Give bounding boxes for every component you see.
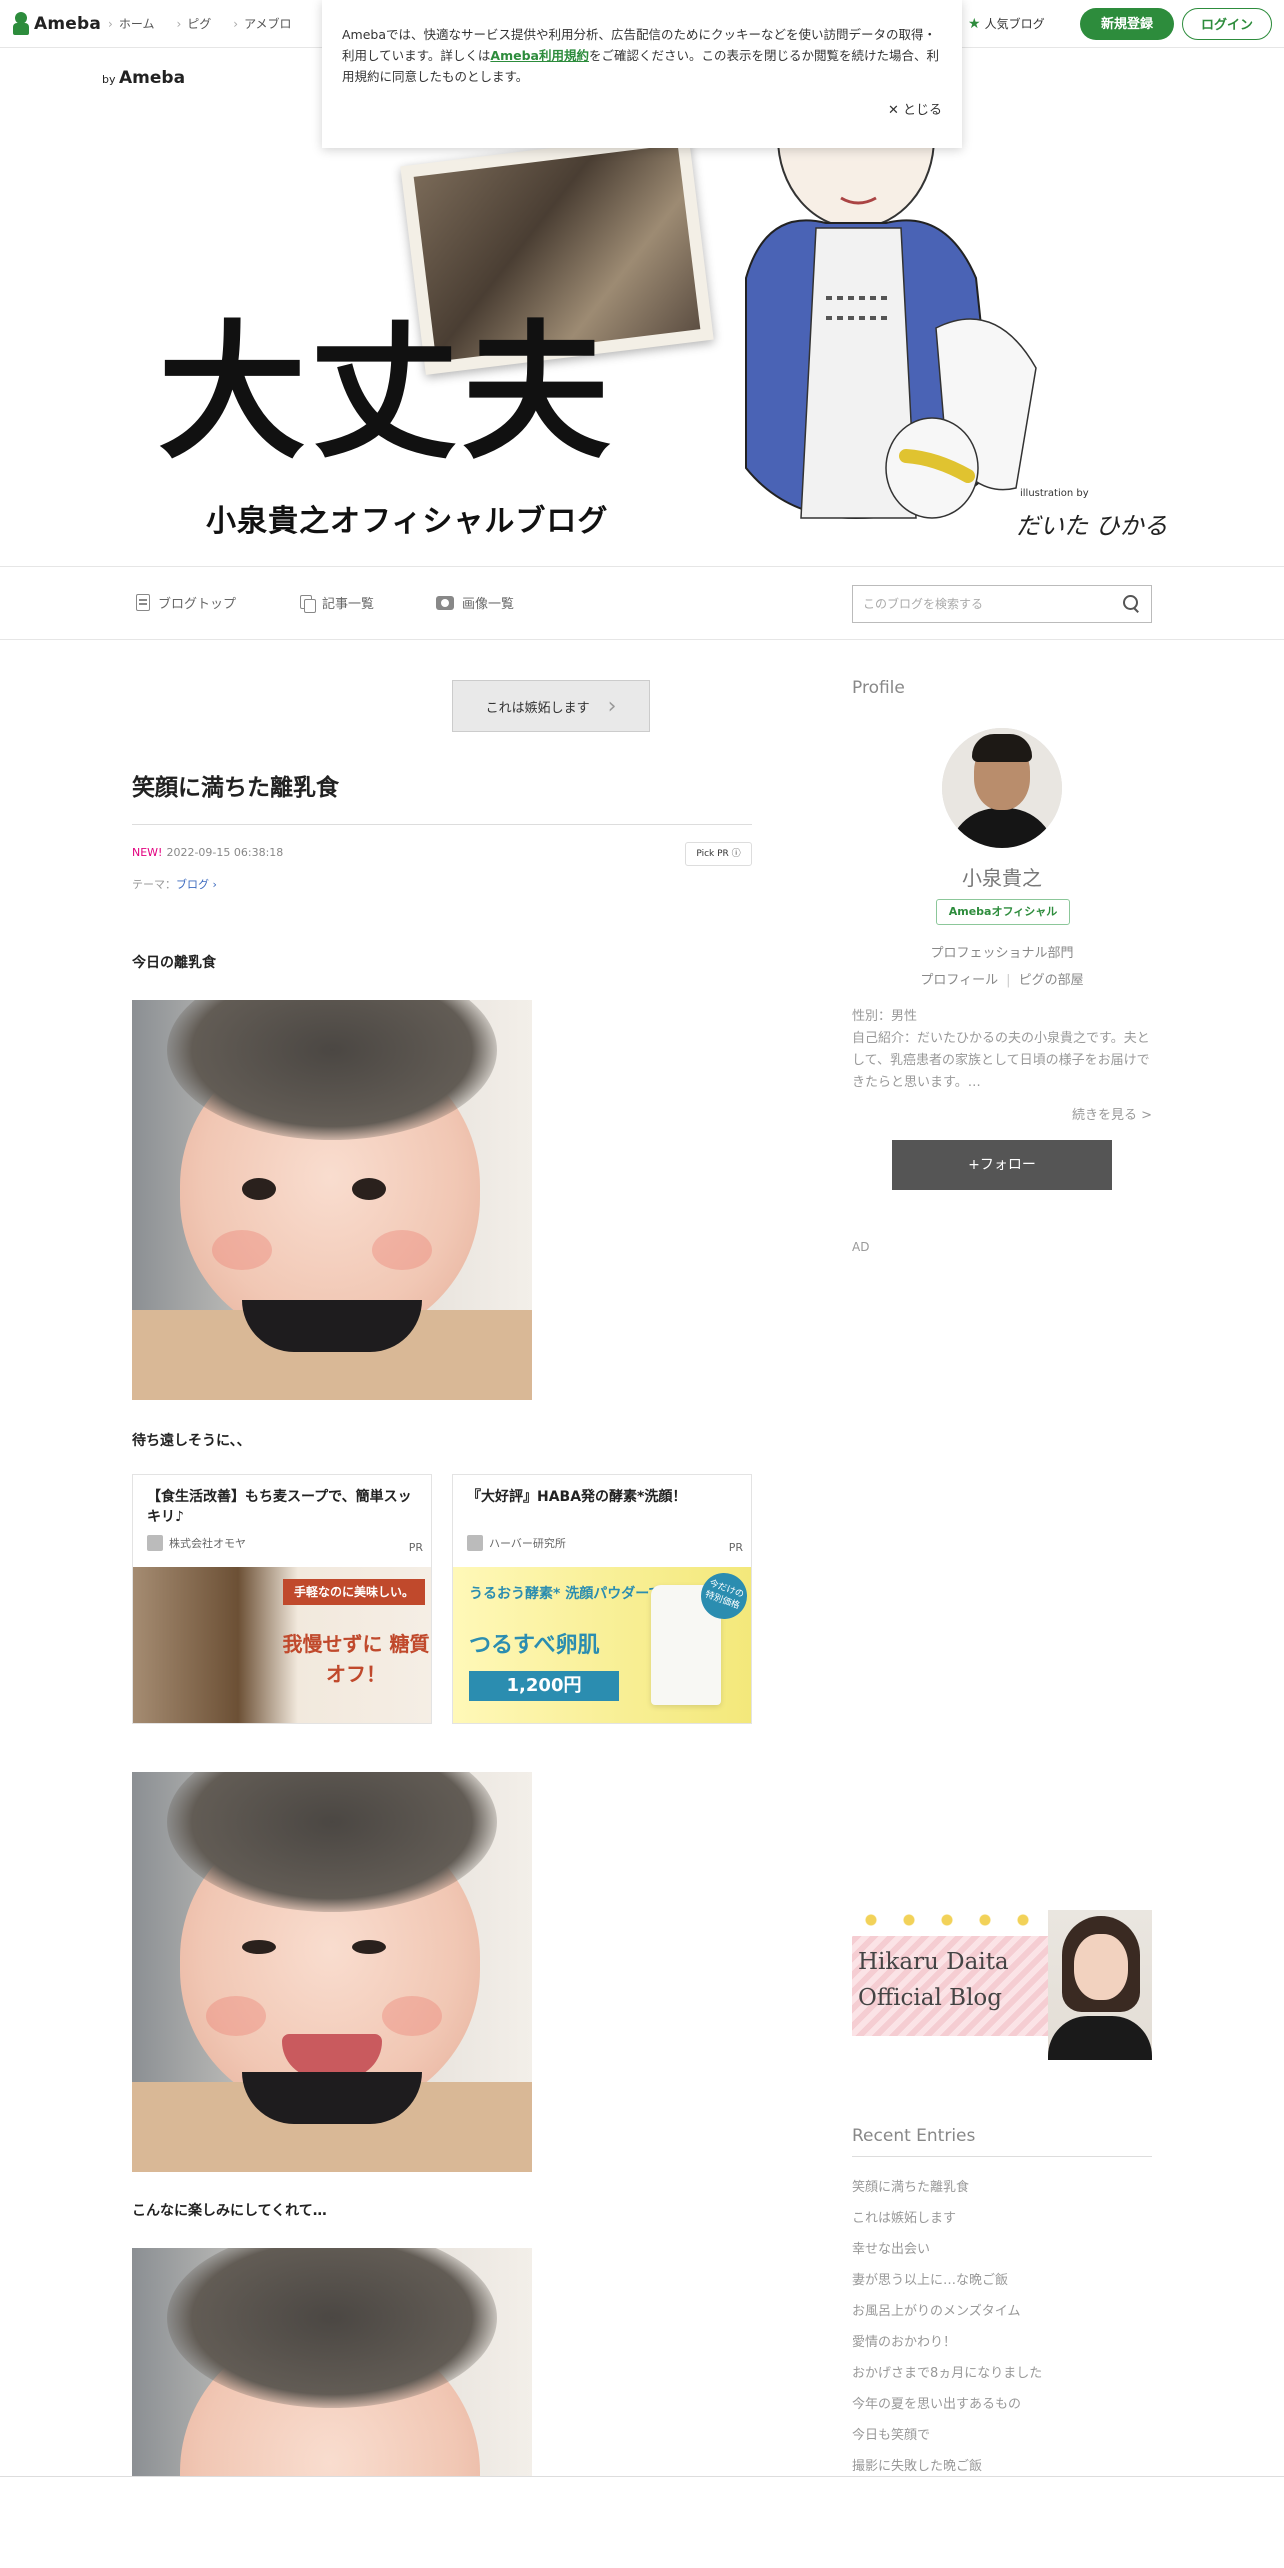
recent-entry[interactable]: 幸せな出会い bbox=[852, 2234, 1152, 2265]
recent-entries-heading: Recent Entries bbox=[852, 2126, 1152, 2157]
recent-entry[interactable]: お風呂上がりのメンズタイム bbox=[852, 2296, 1152, 2327]
search-icon[interactable] bbox=[1123, 595, 1141, 613]
read-more-link[interactable]: 続きを見る > bbox=[1072, 1104, 1152, 1123]
blog-search-input[interactable] bbox=[853, 586, 1103, 622]
paragraph-1: 今日の離乳食 bbox=[132, 955, 216, 971]
previous-entry-button[interactable]: これは嫉妬します › bbox=[452, 680, 650, 732]
nav-home[interactable]: ホーム bbox=[108, 15, 155, 32]
cookie-notice: Amebaでは、快適なサービス提供や利用分析、広告配信のためにクッキーなどを使い… bbox=[322, 0, 962, 148]
profile-link[interactable]: プロフィール bbox=[920, 973, 998, 988]
register-button[interactable]: 新規登録 bbox=[1080, 8, 1174, 40]
by-ameba-label: by Ameba bbox=[102, 68, 186, 88]
recent-entry[interactable]: 今日も笑顔で bbox=[852, 2420, 1152, 2451]
sponsor-logo-icon bbox=[147, 1535, 163, 1551]
ad-image: 手軽なのに美味しい。 我慢せずに 糖質オフ！ bbox=[133, 1567, 431, 1723]
profile-links: プロフィール | ピグの部屋 bbox=[920, 973, 1084, 988]
profile-heading: Profile bbox=[852, 678, 905, 698]
popular-blogs-label: 人気ブログ bbox=[984, 17, 1045, 31]
banner-text: Hikaru Daita Official Blog bbox=[858, 1949, 1009, 2011]
login-button[interactable]: ログイン bbox=[1182, 8, 1272, 40]
paragraph-3: こんなに楽しみにしてくれて… bbox=[132, 2203, 327, 2219]
ad-image: うるおう酵素* 洗顔パウダーで つるすべ卵肌 1,200円 今だけの 特別価格 bbox=[453, 1566, 751, 1723]
recent-entry[interactable]: おかげさまで8ヵ月になりました bbox=[852, 2358, 1152, 2389]
ad-title: 『大好評』HABA発の酵素*洗顔！ bbox=[467, 1489, 687, 1505]
official-badge: Amebaオフィシャル bbox=[936, 899, 1070, 925]
article-title[interactable]: 笑顔に満ちた離乳食 bbox=[132, 768, 752, 825]
popular-blogs-link[interactable]: ★ 人気ブログ bbox=[968, 15, 1045, 32]
ameba-logo-text: Ameba bbox=[34, 14, 102, 34]
global-nav: ホーム ピグ アメブロ bbox=[108, 15, 292, 32]
nav-ameblo[interactable]: アメブロ bbox=[233, 15, 291, 32]
pick-pr-button[interactable]: Pick PR ⓘ bbox=[685, 842, 752, 866]
profile-avatar[interactable] bbox=[942, 728, 1062, 848]
images-list-link[interactable]: 画像一覧 bbox=[436, 593, 514, 612]
profile-category[interactable]: プロフェッショナル部門 bbox=[852, 942, 1152, 961]
recent-entry[interactable]: 妻が思う以上に…な晩ご飯 bbox=[852, 2265, 1152, 2296]
terms-link[interactable]: Ameba利用規約 bbox=[490, 48, 589, 63]
recent-entry[interactable]: 愛情のおかわり！ bbox=[852, 2327, 1152, 2358]
ad-sponsor: ハーバー研究所 bbox=[467, 1535, 566, 1551]
entries-list-link[interactable]: 記事一覧 bbox=[300, 593, 374, 613]
recent-entry[interactable]: これは嫉妬します bbox=[852, 2203, 1152, 2234]
camera-icon bbox=[436, 595, 454, 610]
blog-search bbox=[852, 585, 1152, 623]
ad-sponsor: 株式会社オモヤ bbox=[147, 1535, 246, 1551]
theme-link[interactable]: ブログ › bbox=[176, 878, 217, 891]
article-theme: テーマ：ブログ › bbox=[132, 878, 217, 891]
recent-entries-list: 笑顔に満ちた離乳食 これは嫉妬します 幸せな出会い 妻が思う以上に…な晩ご飯 お… bbox=[852, 2172, 1152, 2482]
ad-pr-label: PR bbox=[408, 1541, 423, 1554]
copy-icon bbox=[300, 594, 316, 613]
ad-label: AD bbox=[852, 1240, 870, 1254]
ad-card-1[interactable]: 【食生活改善】もち麦スープで、簡単スッキリ♪ 株式会社オモヤ PR 手軽なのに美… bbox=[132, 1474, 432, 1724]
baby-photo-2[interactable] bbox=[132, 1772, 532, 2172]
bottom-bar bbox=[0, 2476, 1284, 2568]
baby-photo-1[interactable] bbox=[132, 1000, 532, 1400]
hikaru-daita-blog-banner[interactable]: Hikaru Daita Official Blog bbox=[852, 1910, 1152, 2060]
ad-title: 【食生活改善】もち麦スープで、簡単スッキリ♪ bbox=[147, 1489, 412, 1525]
nav-pigg[interactable]: ピグ bbox=[176, 15, 211, 32]
cookie-close-button[interactable]: ✕ とじる bbox=[888, 100, 942, 121]
recent-entry[interactable]: 今年の夏を思い出すあるもの bbox=[852, 2389, 1152, 2420]
new-badge: NEW! bbox=[132, 846, 163, 859]
ad-card-2[interactable]: 『大好評』HABA発の酵素*洗顔！ ハーバー研究所 PR うるおう酵素* 洗顔パ… bbox=[452, 1474, 752, 1724]
cookie-text: Amebaでは、快適なサービス提供や利用分析、広告配信のためにクッキーなどを使い… bbox=[342, 27, 939, 84]
sponsor-logo-icon bbox=[467, 1535, 483, 1551]
ameba-logo[interactable]: Ameba bbox=[12, 12, 101, 36]
article-date: 2022-09-15 06:38:18 bbox=[166, 846, 284, 859]
illustration-credit: illustration by bbox=[1020, 488, 1089, 499]
profile-bio: 性別：男性 自己紹介：だいたひかるの夫の小泉貴之です。夫として、乳癌患者の家族と… bbox=[852, 1009, 1150, 1090]
ameba-mascot-icon bbox=[12, 12, 30, 36]
document-icon bbox=[136, 594, 150, 611]
blog-nav: ブログトップ 記事一覧 画像一覧 bbox=[0, 566, 1284, 640]
pigg-room-link[interactable]: ピグの部屋 bbox=[1019, 973, 1084, 988]
illustrator-signature: だいた ひかる bbox=[1016, 512, 1168, 540]
profile-name[interactable]: 小泉貴之 bbox=[852, 862, 1152, 891]
blog-top-link[interactable]: ブログトップ bbox=[136, 593, 236, 612]
crown-icon: ★ bbox=[968, 15, 981, 32]
recent-entry[interactable]: 笑顔に満ちた離乳食 bbox=[852, 2172, 1152, 2203]
paragraph-2: 待ち遠しそうに、、 bbox=[132, 1433, 251, 1449]
follow-button[interactable]: +フォロー bbox=[892, 1140, 1112, 1190]
ad-pr-label: PR bbox=[728, 1541, 743, 1554]
baby-photo-3[interactable] bbox=[132, 2248, 532, 2478]
blog-title: 大丈夫 bbox=[158, 305, 614, 479]
article-meta: NEW! 2022-09-15 06:38:18 bbox=[132, 846, 283, 859]
close-icon: ✕ bbox=[887, 103, 903, 118]
blog-subtitle: 小泉貴之オフィシャルブログ bbox=[206, 504, 609, 539]
chevron-right-icon: › bbox=[607, 693, 617, 719]
